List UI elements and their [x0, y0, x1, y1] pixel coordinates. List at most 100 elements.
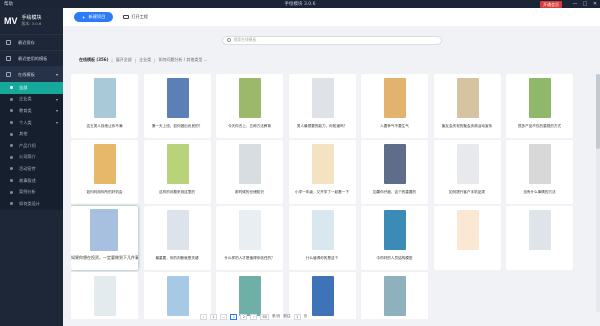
- template-thumbnail: [456, 144, 479, 184]
- template-card[interactable]: 如果你仔细，这个的重要的: [361, 140, 428, 204]
- template-thumbnail: [239, 144, 261, 184]
- open-project-label: 打开工程: [131, 14, 149, 19]
- template-thumbnail: [239, 78, 261, 118]
- template-card[interactable]: 第一天上班，如何做出优良的？: [143, 74, 211, 138]
- template-card[interactable]: 如何提升客户手机品类: [433, 140, 501, 204]
- template-card[interactable]: 聚友会庆祝的聚会庆典活动宣传: [433, 74, 501, 138]
- template-card[interactable]: 最重要，你的判断就是关键: [143, 206, 211, 270]
- template-caption: 中药材的人员结构模型: [376, 256, 413, 260]
- sidebar-item-label: 最近使用的模板: [18, 55, 48, 61]
- template-thumbnail: [94, 144, 116, 184]
- template-card[interactable]: [216, 272, 283, 319]
- sidebar-nav: 最近保存最近使用的模板在线模板 ▾ 全部 企业类 ▾ 教育类 ▾ 个人类 ▾ 其他产品介绍公司简介…: [0, 34, 63, 210]
- prev-page-button[interactable]: ‹: [200, 313, 207, 320]
- sidebar-subitem[interactable]: 如何类设计: [0, 197, 63, 210]
- vip-button[interactable]: 开通会员: [540, 0, 562, 8]
- template-thumbnail: [311, 276, 334, 316]
- sidebar-item-label: 在线模板: [18, 71, 35, 77]
- template-caption: 这五类人找他让你不满: [86, 124, 123, 128]
- template-thumbnail: [529, 78, 551, 118]
- next-page-button[interactable]: ›: [250, 313, 258, 320]
- template-card[interactable]: 今天你去上，五种方法教育: [216, 74, 283, 138]
- app-logo: MV 手绘模块 版本: 3.0.6: [0, 8, 63, 34]
- scrollbar-thumb[interactable]: [596, 74, 600, 149]
- template-caption: 人要争气不要生气: [380, 124, 409, 128]
- window-controls: 开通会员 — □ ✕: [540, 0, 600, 8]
- maximize-button[interactable]: □: [580, 1, 590, 7]
- template-card[interactable]: [361, 272, 428, 319]
- template-card[interactable]: [71, 272, 138, 319]
- open-project-button[interactable]: 打开工程: [123, 14, 148, 20]
- template-thumbnail: [239, 210, 261, 250]
- template-card[interactable]: 这样的问题来到这里的: [143, 140, 211, 204]
- sidebar-subitem-label: 其他: [19, 131, 28, 137]
- sidebar-item[interactable]: 在线模板 ▾: [0, 66, 63, 82]
- minimize-button[interactable]: —: [570, 1, 580, 7]
- template-thumbnail: [456, 210, 479, 250]
- sidebar-item-label: 最近保存: [18, 39, 35, 45]
- template-card[interactable]: 什么样的人才是值得你信任的？: [216, 206, 283, 270]
- scrollbar[interactable]: [596, 74, 600, 312]
- template-thumbnail: [529, 144, 551, 184]
- template-card[interactable]: 如何利用你所的好机会: [71, 140, 138, 204]
- template-card[interactable]: 那时候的仓储知识: [216, 140, 283, 204]
- template-card[interactable]: 很多产品不仅的重视的方式: [506, 74, 573, 138]
- sidebar-subitem[interactable]: 个人类 ▾: [0, 116, 63, 129]
- page-size-select[interactable]: 60: [260, 313, 270, 320]
- sidebar-subitem[interactable]: 案例分析: [0, 186, 63, 198]
- filter-chip[interactable]: 展开全部: [116, 57, 132, 63]
- template-card[interactable]: 人要争气不要生气: [361, 74, 428, 138]
- sidebar-subitem[interactable]: 教育类 ▾: [0, 105, 63, 117]
- template-card[interactable]: 没有什么事情的方法: [506, 140, 573, 204]
- sidebar-subitem[interactable]: 活动宣传: [0, 163, 63, 175]
- template-card[interactable]: 中药材的人员结构模型: [361, 206, 428, 270]
- bullet-icon: [10, 97, 13, 101]
- page-button[interactable]: 1: [210, 313, 217, 320]
- template-card[interactable]: [288, 272, 356, 319]
- sidebar-subitem-label: 产品介绍: [19, 142, 36, 148]
- sidebar-subitem[interactable]: 其他: [0, 128, 63, 140]
- sidebar-item[interactable]: 最近使用的模板: [0, 50, 63, 66]
- page-button-current[interactable]: 1: [230, 313, 238, 320]
- template-card[interactable]: [433, 206, 501, 270]
- search-input[interactable]: 搜索在线模板: [221, 35, 442, 45]
- template-caption: 小学一年级，又开学了一起看一下: [295, 190, 349, 194]
- template-card[interactable]: 这五类人找他让你不满: [71, 74, 138, 138]
- template-thumbnail: [94, 78, 116, 118]
- close-button[interactable]: ✕: [590, 1, 600, 7]
- goto-unit: 页: [303, 314, 308, 318]
- sidebar-subitem-label: 故事叙述: [19, 177, 36, 183]
- template-caption: 如果你仔细，这个的重要的: [372, 190, 417, 194]
- sidebar-subitem[interactable]: 公司简介: [0, 151, 63, 164]
- new-project-button[interactable]: + 新建项目: [74, 12, 114, 22]
- template-thumbnail: [166, 210, 189, 250]
- template-caption: 那时候的仓储知识: [235, 190, 264, 194]
- sidebar-subitem[interactable]: 全部: [0, 82, 63, 94]
- sidebar-subitem[interactable]: 企业类 ▾: [0, 93, 63, 106]
- sidebar-subitem[interactable]: 产品介绍: [0, 139, 63, 152]
- filter-chip[interactable]: 企业类: [139, 57, 151, 63]
- bullet-icon: [10, 109, 13, 113]
- goto-page-input[interactable]: 1: [293, 313, 301, 320]
- sidebar-item[interactable]: 最近保存: [0, 34, 63, 50]
- template-thumbnail: [239, 276, 261, 316]
- window-title: 手绘模块 3.0.6: [284, 2, 316, 7]
- template-card[interactable]: [506, 206, 573, 270]
- filter-bar: 在线模板 (356) | 展开全部 | 企业类 | 如何问题分析 / 其他类型 …: [79, 57, 208, 63]
- window-titlebar: 帮助 手绘模块 3.0.6 开通会员 — □ ✕: [0, 0, 600, 8]
- template-card[interactable]: 小学一年级，又开学了一起看一下: [288, 140, 356, 204]
- template-caption: 今天你去上，五种方法教育: [227, 124, 272, 128]
- bullet-icon: [10, 167, 13, 171]
- template-card[interactable]: 什么值得你的是这个: [288, 206, 356, 270]
- bullet-icon: [10, 86, 13, 90]
- sidebar: MV 手绘模块 版本: 3.0.6 最近保存最近使用的模板在线模板 ▾ 全部 企业类 ▾…: [0, 8, 63, 326]
- page-ellipsis[interactable]: ...: [220, 313, 228, 320]
- sidebar-subitem[interactable]: 故事叙述: [0, 174, 63, 187]
- template-card[interactable]: [143, 272, 211, 319]
- template-card[interactable]: 男人最想要的能力，你知道吗？: [288, 74, 356, 138]
- page-button[interactable]: 2: [240, 313, 248, 320]
- filter-chip[interactable]: 如何问题分析 / 其他类型 ...: [158, 57, 207, 63]
- bullet-icon: [10, 132, 13, 136]
- template-caption: 这样的问题来到这里的: [159, 190, 195, 194]
- template-card[interactable]: 如果你想在投资，一定要做到下几件事: [71, 206, 138, 270]
